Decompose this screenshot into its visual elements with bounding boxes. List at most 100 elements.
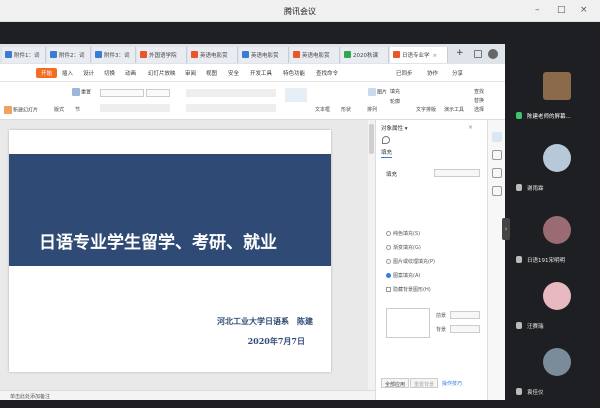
pattern-fill-option[interactable]: 图案填充(A): [386, 272, 420, 279]
slide-sorter-icon[interactable]: [492, 186, 502, 196]
menu-design[interactable]: 设计: [83, 69, 94, 77]
animation-icon[interactable]: [492, 150, 502, 160]
app-menu-icon[interactable]: [474, 50, 482, 58]
slide[interactable]: 日语专业学生留学、考研、就业 河北工业大学日语系 陈建 2020年7月7日: [9, 130, 331, 372]
font-size-select[interactable]: [146, 89, 170, 97]
doc-tab[interactable]: 英语电影赏: [188, 47, 238, 63]
foreground-color-select[interactable]: [450, 311, 480, 319]
share-button[interactable]: 分享: [452, 69, 463, 77]
participant-name: 谢雨霖: [527, 186, 544, 192]
menu-devtools[interactable]: 开发工具: [250, 69, 272, 77]
doc-tab[interactable]: 附件1：词: [2, 47, 46, 63]
minimize-button[interactable]: –: [535, 5, 540, 15]
menu-transition[interactable]: 切换: [104, 69, 115, 77]
window-titlebar: 腾讯会议 – □ ×: [0, 0, 600, 22]
pattern-preview[interactable]: [386, 308, 430, 338]
radio-icon: [386, 231, 391, 236]
doc-tab[interactable]: 英语电影赏: [290, 47, 340, 63]
new-tab-button[interactable]: +: [456, 48, 464, 58]
text-layout-button[interactable]: 文字排版: [416, 106, 436, 113]
shapes-button[interactable]: 形状: [341, 106, 351, 113]
participant-tile[interactable]: 谢雨霖: [510, 138, 600, 204]
fill-bucket-icon[interactable]: [382, 136, 390, 144]
alignment-group[interactable]: [186, 104, 276, 112]
ribbon-menu: 开始 插入 设计 切换 动画 幻灯片放映 审阅 视图 安全 开发工具 特色功能 …: [0, 64, 505, 82]
menu-start[interactable]: 开始: [36, 68, 58, 78]
paragraph-group[interactable]: [186, 89, 276, 97]
properties-icon[interactable]: [492, 132, 502, 142]
tips-link[interactable]: 操作技巧: [442, 380, 462, 387]
slide-canvas[interactable]: 日语专业学生留学、考研、就业 河北工业大学日语系 陈建 2020年7月7日: [0, 120, 375, 390]
menu-insert[interactable]: 插入: [62, 69, 73, 77]
doc-tab[interactable]: 2020秋课: [341, 47, 389, 63]
vertical-scrollbar[interactable]: [368, 120, 375, 390]
participant-tile[interactable]: 陈建老师的屏幕...: [510, 66, 600, 132]
gradient-fill-option[interactable]: 渐变填充(G): [386, 244, 421, 251]
notes-bar[interactable]: 单击此处添加备注: [0, 390, 375, 400]
find-button[interactable]: 查找: [474, 88, 484, 95]
new-slide-button[interactable]: 新建幻灯片: [4, 106, 38, 114]
slide-title[interactable]: 日语专业学生留学、考研、就业: [39, 228, 277, 253]
search-command[interactable]: 查找命令: [316, 69, 338, 77]
sync-status[interactable]: 已同步: [396, 69, 413, 77]
font-name-select[interactable]: [100, 89, 144, 97]
participant-tile[interactable]: 汪赛瑞: [510, 276, 600, 342]
close-button[interactable]: ×: [580, 5, 588, 15]
picture-button[interactable]: 图片: [368, 88, 387, 96]
font-style-group[interactable]: [100, 104, 170, 112]
scrollbar-thumb[interactable]: [369, 124, 374, 154]
doc-tab-active[interactable]: 日语专业学 ×: [390, 47, 448, 63]
solid-fill-option[interactable]: 纯色填充(S): [386, 230, 420, 237]
presenter-tools-button[interactable]: 演示工具: [444, 106, 464, 113]
avatar[interactable]: [488, 49, 498, 59]
menu-review[interactable]: 审阅: [185, 69, 196, 77]
outline-button[interactable]: 轮廓: [390, 98, 400, 105]
participant-name: 袁佳仪: [527, 390, 544, 396]
tab-fill[interactable]: 填充: [381, 148, 393, 158]
foreground-label: 前景: [436, 313, 447, 319]
slide-author[interactable]: 河北工业大学日语系 陈建: [217, 316, 313, 327]
arrange-button[interactable]: 排列: [367, 106, 377, 113]
participant-tile[interactable]: 袁佳仪: [510, 342, 600, 408]
menu-features[interactable]: 特色功能: [283, 69, 305, 77]
hide-background-checkbox[interactable]: 隐藏背景图形(H): [386, 286, 431, 293]
collaborate-button[interactable]: 协作: [427, 69, 438, 77]
maximize-button[interactable]: □: [557, 5, 566, 15]
doc-tab[interactable]: 外国语学院: [137, 47, 187, 63]
menu-security[interactable]: 安全: [228, 69, 239, 77]
picture-icon: [368, 88, 376, 96]
fill-dropdown[interactable]: [434, 169, 480, 177]
pane-title[interactable]: 对象属性 ▾: [381, 124, 408, 132]
textbox-button[interactable]: 文本框: [315, 106, 330, 113]
slide-date[interactable]: 2020年7月7日: [248, 336, 305, 347]
doc-tab[interactable]: 英语电影赏: [239, 47, 289, 63]
doc-tab[interactable]: 附件3：词: [92, 47, 136, 63]
side-toolbar: [487, 120, 505, 400]
fill-section-label[interactable]: 填充: [386, 170, 397, 178]
menu-slideshow[interactable]: 幻灯片放映: [148, 69, 176, 77]
ppt-doc-icon: [140, 51, 147, 58]
window-title: 腾讯会议: [284, 7, 316, 16]
picture-fill-option[interactable]: 图片或纹理填充(P): [386, 258, 435, 265]
pane-close-icon[interactable]: ×: [468, 124, 473, 131]
reset-button[interactable]: 重置: [72, 88, 91, 96]
layout-button[interactable]: 版式: [54, 106, 64, 113]
copy-icon[interactable]: [492, 168, 502, 178]
reset-background-button[interactable]: 重置背景: [410, 378, 439, 388]
text-style-gallery[interactable]: [285, 88, 307, 102]
collapse-handle[interactable]: ›: [502, 218, 510, 240]
select-button[interactable]: 选择: [474, 106, 484, 113]
close-tab-icon[interactable]: ×: [433, 53, 438, 59]
section-button[interactable]: 节: [75, 106, 80, 113]
mic-icon: [516, 388, 522, 395]
menu-view[interactable]: 视图: [206, 69, 217, 77]
apply-all-button[interactable]: 全部应用: [381, 378, 410, 388]
fill-button[interactable]: 填充: [390, 88, 400, 95]
replace-button[interactable]: 替换: [474, 97, 484, 104]
participant-tile[interactable]: 日语191宋明明: [510, 210, 600, 276]
doc-tab[interactable]: 附件2：词: [47, 47, 91, 63]
notes-placeholder[interactable]: 单击此处添加备注: [10, 393, 50, 400]
background-color-select[interactable]: [450, 325, 480, 333]
menu-animation[interactable]: 动画: [125, 69, 136, 77]
ppt-doc-icon: [293, 51, 300, 58]
